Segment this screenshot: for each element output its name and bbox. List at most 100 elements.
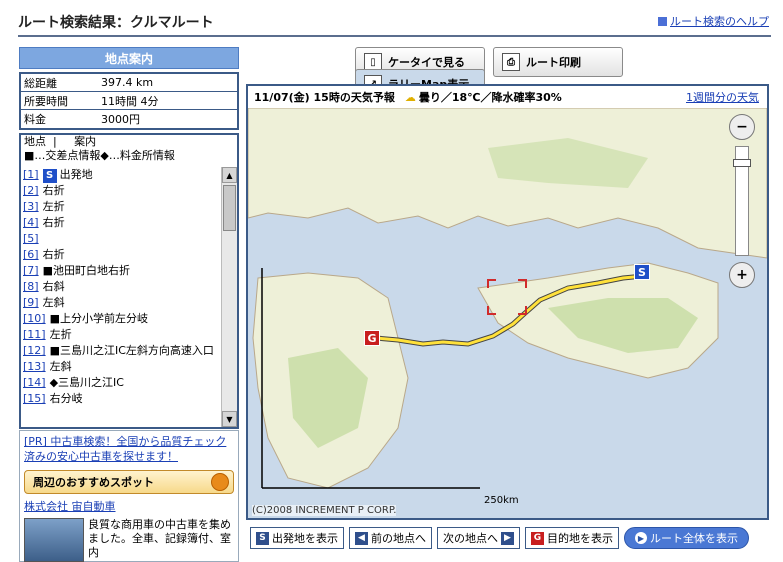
route-list-header: 地点 | 案内 (24, 135, 97, 148)
map-canvas[interactable] (248, 108, 767, 518)
step-link[interactable]: [14] (23, 375, 46, 390)
step-link[interactable]: [11] (23, 327, 46, 342)
step-link[interactable]: [8] (23, 279, 39, 294)
scroll-up-icon[interactable]: ▲ (222, 167, 237, 183)
help-link[interactable]: ルート検索のヘルプ (658, 13, 769, 29)
print-label: ルート印刷 (526, 56, 581, 69)
step-label: ■池田町白地右折 (42, 264, 130, 277)
list-item: [4] 右折 (21, 215, 221, 231)
zoom-knob[interactable] (733, 159, 751, 167)
step-link[interactable]: [7] (23, 263, 39, 278)
scroll-down-icon[interactable]: ▼ (222, 411, 237, 427)
weekly-weather-link[interactable]: 1週間分の天気 (686, 89, 759, 105)
list-item: [13] 左斜 (21, 359, 221, 375)
zoom-out-icon[interactable]: − (729, 114, 755, 140)
map-toolbar: ↗ ラリーMap表示 ▯ ケータイで見る ⎙ ルート印刷 (355, 47, 623, 99)
step-link[interactable]: [12] (23, 343, 46, 358)
list-item: [11] 左折 (21, 327, 221, 343)
step-label: ■上分小学前左分岐 (49, 312, 148, 325)
company-link[interactable]: 株式会社 宙自動車 (24, 498, 234, 514)
arrow-circle-icon: ▶ (635, 532, 647, 544)
weather-bar: 11/07(金) 15時の天気予報 ☁ 曇り／18℃／降水確率30% 1週間分の… (248, 86, 767, 108)
list-item: [9] 左斜 (21, 295, 221, 311)
goal-marker[interactable]: G (364, 330, 380, 346)
ad-box: [PR] 中古車検索！全国から品質チェック済みの安心中古車を探せます！ 周辺のお… (19, 430, 239, 562)
help-link-label[interactable]: ルート検索のヘルプ (670, 13, 769, 29)
arrow-right-icon: ▶ (501, 531, 514, 545)
header-divider (18, 35, 771, 37)
summary-key: 総距離 (24, 76, 57, 90)
recommended-spots-button[interactable]: 周辺のおすすめスポット (24, 470, 234, 494)
map-navigation-bar: S 出発地を表示 ◀ 前の地点へ 次の地点へ ▶ G 目的地を表示 ▶ ルート全… (250, 527, 749, 549)
left-panel: 地点案内 総距離 397.4 km 所要時間 11時間 4分 料金 3000円 … (19, 47, 239, 429)
arrow-circle-icon (211, 473, 229, 491)
list-item: [8] 右斜 (21, 279, 221, 295)
start-marker[interactable]: S (634, 264, 650, 280)
summary-row: 料金 3000円 (21, 110, 237, 128)
route-scrollbar[interactable]: ▲ ▼ (221, 167, 237, 427)
step-label: 右分岐 (49, 392, 83, 405)
show-goal-label: 目的地を表示 (547, 532, 613, 545)
list-item: [7] ■池田町白地右折 (21, 263, 221, 279)
step-link[interactable]: [5] (23, 231, 39, 246)
scale-label: 250km (484, 495, 519, 506)
step-label: 左斜 (42, 296, 65, 309)
zoom-control[interactable]: − + (727, 114, 757, 304)
summary-value: 397.4 km (101, 76, 154, 89)
step-label: 出発地 (59, 168, 93, 181)
page-title: ルート検索結果：クルマルート (18, 15, 214, 31)
route-map[interactable]: S G − + 250km (C)2008 INCREMENT P CORP. (248, 108, 767, 518)
printer-icon: ⎙ (502, 53, 520, 71)
summary-key: 所要時間 (24, 94, 68, 108)
goal-icon: G (531, 531, 544, 545)
route-directions: 地点 | 案内 ■…交差点情報◆…料金所情報 [1] S 出発地 [2] 右折 [3]… (19, 133, 239, 429)
step-label: 右斜 (42, 280, 65, 293)
summary-value: 11時間 4分 (101, 94, 159, 108)
step-label: 右折 (42, 248, 65, 261)
step-label: 左折 (42, 200, 65, 213)
spot-button-label: 周辺のおすすめスポット (33, 476, 154, 489)
show-all-label: ルート全体を表示 (650, 532, 738, 545)
step-link[interactable]: [15] (23, 391, 46, 406)
start-icon: S (42, 169, 57, 183)
summary-value: 3000円 (101, 113, 140, 126)
summary-row: 総距離 397.4 km (21, 74, 237, 92)
cloud-icon: ☁ (404, 90, 416, 104)
summary-row: 所要時間 11時間 4分 (21, 92, 237, 110)
step-link[interactable]: [10] (23, 311, 46, 326)
step-link[interactable]: [4] (23, 215, 39, 230)
show-start-button[interactable]: S 出発地を表示 (250, 527, 344, 549)
show-start-label: 出発地を表示 (272, 532, 338, 545)
step-link[interactable]: [3] (23, 199, 39, 214)
ad-description: 良質な商用車の中古車を集めました。全車、記録簿付、室内 (88, 518, 231, 559)
list-item: [12] ■三島川之江IC左斜方向高速入口 (21, 343, 221, 359)
next-point-button[interactable]: 次の地点へ ▶ (437, 527, 520, 549)
step-link[interactable]: [6] (23, 247, 39, 262)
square-icon (658, 16, 667, 26)
pr-link[interactable]: [PR] 中古車検索！全国から品質チェック済みの安心中古車を探せます！ (24, 434, 234, 464)
step-link[interactable]: [13] (23, 359, 46, 374)
zoom-in-icon[interactable]: + (729, 262, 755, 288)
scroll-thumb[interactable] (223, 185, 236, 231)
route-list: [1] S 出発地 [2] 右折 [3] 左折 [4] 右折 [5] [6] 右折 [7] ■… (21, 167, 221, 427)
print-route-button[interactable]: ⎙ ルート印刷 (493, 47, 623, 77)
list-item: [2] 右折 (21, 183, 221, 199)
step-label: ■三島川之江IC左斜方向高速入口 (49, 344, 214, 357)
step-label: 右折 (42, 216, 65, 229)
show-whole-route-button[interactable]: ▶ ルート全体を表示 (624, 527, 749, 549)
list-item: [5] (21, 231, 221, 247)
prev-point-button[interactable]: ◀ 前の地点へ (349, 527, 432, 549)
list-item: [15] 右分岐 (21, 391, 221, 407)
step-link[interactable]: [1] (23, 167, 39, 182)
arrow-left-icon: ◀ (355, 531, 368, 545)
ad-content: 良質な商用車の中古車を集めました。全車、記録簿付、室内 (24, 518, 234, 562)
list-item: [3] 左折 (21, 199, 221, 215)
step-link[interactable]: [2] (23, 183, 39, 198)
truck-photo[interactable] (24, 518, 84, 562)
step-label: 右折 (42, 184, 65, 197)
zoom-slider[interactable] (733, 146, 751, 256)
mobile-label: ケータイで見る (388, 56, 465, 69)
step-link[interactable]: [9] (23, 295, 39, 310)
map-copyright: (C)2008 INCREMENT P CORP. (252, 505, 397, 516)
show-goal-button[interactable]: G 目的地を表示 (525, 527, 619, 549)
